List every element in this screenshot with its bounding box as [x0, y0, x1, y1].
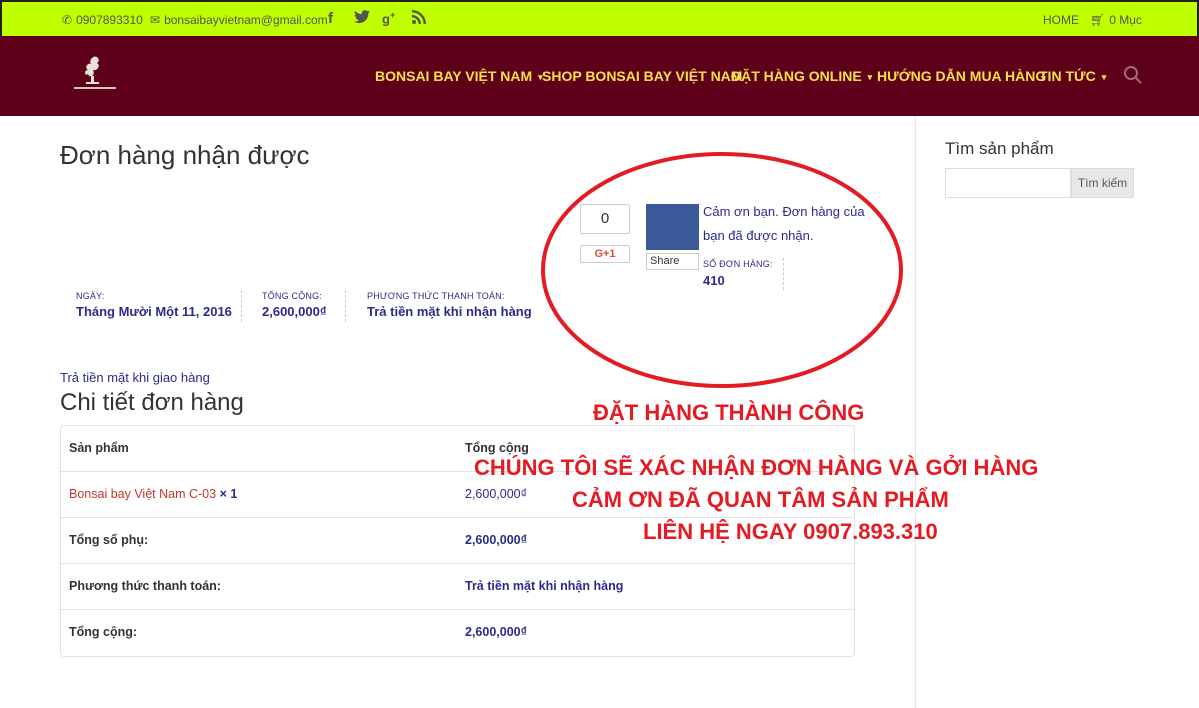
order-total-label: TỔNG CỘNG:: [262, 291, 322, 301]
facebook-icon[interactable]: f: [328, 10, 333, 27]
order-payment-label: PHƯƠNG THỨC THANH TOÁN:: [367, 291, 505, 301]
table-row: Phương thức thanh toán: Trả tiền mặt khi…: [61, 564, 854, 610]
overlay-thanks-text: CẢM ƠN ĐÃ QUAN TÂM SẢN PHẨM: [572, 487, 949, 512]
chevron-down-icon: ▾: [1101, 72, 1107, 82]
email-text: bonsaibayvietnam@gmail.com: [164, 13, 328, 27]
product-cell: Bonsai bay Việt Nam C-03 × 1: [69, 487, 237, 501]
cart-link[interactable]: 🛒︎ 0 Mục: [1090, 13, 1142, 27]
order-date-value: Tháng Mười Một 11, 2016: [76, 304, 232, 319]
order-total-value: 2,600,000₫: [262, 304, 327, 319]
nav-bonsai-bay-viet-nam[interactable]: BONSAI BAY VIỆT NAM ▾: [375, 68, 543, 84]
nav-huong-dan-mua-hang[interactable]: HƯỚNG DẪN MUA HÀNG: [877, 68, 1046, 84]
order-payment-value: Trả tiền mặt khi nhận hàng: [367, 304, 532, 319]
order-details-title: Chi tiết đơn hàng: [60, 389, 244, 416]
top-bar: ✆ 0907893310 ✉ bonsaibayvietnam@gmail.com …: [0, 0, 1199, 36]
phone-icon: ✆: [62, 13, 73, 27]
grand-total-label: Tổng cộng:: [69, 625, 138, 639]
phone-contact[interactable]: ✆ 0907893310: [62, 13, 143, 27]
order-date-label: NGÀY:: [76, 291, 105, 301]
nav-dat-hang-online[interactable]: ĐẶT HÀNG ONLINE ▾: [731, 68, 872, 84]
meta-separator: [345, 290, 346, 322]
overlay-success-text: ĐẶT HÀNG THÀNH CÔNG: [593, 400, 865, 425]
home-link[interactable]: HOME: [1043, 13, 1079, 27]
payment-method-label: Phương thức thanh toán:: [69, 579, 221, 593]
payment-method-note: Trả tiền mặt khi giao hàng: [60, 370, 210, 385]
nav-tin-tuc[interactable]: TIN TỨC ▾: [1039, 68, 1106, 84]
cart-icon: 🛒︎: [1090, 13, 1106, 27]
page-title: Đơn hàng nhận được: [60, 140, 310, 170]
email-contact[interactable]: ✉ bonsaibayvietnam@gmail.com: [150, 13, 328, 27]
overlay-contact-text: LIÊN HỆ NGAY 0907.893.310: [643, 519, 938, 544]
twitter-icon[interactable]: [354, 10, 370, 28]
phone-text: 0907893310: [76, 13, 143, 27]
grand-total-value: 2,600,000₫: [465, 625, 528, 639]
rss-icon[interactable]: [412, 10, 426, 28]
payment-method-value: Trả tiền mặt khi nhận hàng: [465, 579, 624, 593]
nav-shop[interactable]: SHOP BONSAI BAY VIỆT NAM: [542, 68, 742, 84]
table-row: Tổng cộng: 2,600,000₫: [61, 610, 854, 656]
google-plus-icon[interactable]: g+: [382, 10, 395, 26]
product-link[interactable]: Bonsai bay Việt Nam C-03: [69, 487, 216, 501]
search-icon[interactable]: [1122, 64, 1144, 86]
subtotal-value: 2,600,000₫: [465, 533, 528, 547]
meta-separator: [241, 290, 242, 322]
overlay-confirm-text: CHÚNG TÔI SẼ XÁC NHẬN ĐƠN HÀNG VÀ GỞI HÀ…: [474, 455, 1039, 480]
column-header-total: Tổng cộng: [465, 441, 529, 455]
cart-text: 0 Mục: [1109, 13, 1142, 27]
product-total: 2,600,000₫: [465, 487, 528, 501]
mail-icon: ✉: [150, 13, 161, 27]
main-navbar: BONSAI BAY VIỆT NAM ▾ SHOP BONSAI BAY VIỆ…: [0, 36, 1199, 116]
sidebar-divider: [915, 116, 916, 708]
highlight-oval: [541, 152, 903, 388]
sidebar-search-title: Tìm sản phẩm: [945, 139, 1054, 158]
column-header-product: Sản phẩm: [69, 441, 129, 455]
site-logo[interactable]: [72, 54, 122, 94]
product-search-input[interactable]: [945, 168, 1071, 198]
product-quantity: × 1: [219, 487, 238, 501]
chevron-down-icon: ▾: [867, 72, 873, 82]
product-search-button[interactable]: Tìm kiếm: [1071, 168, 1134, 198]
subtotal-label: Tổng số phụ:: [69, 533, 149, 547]
